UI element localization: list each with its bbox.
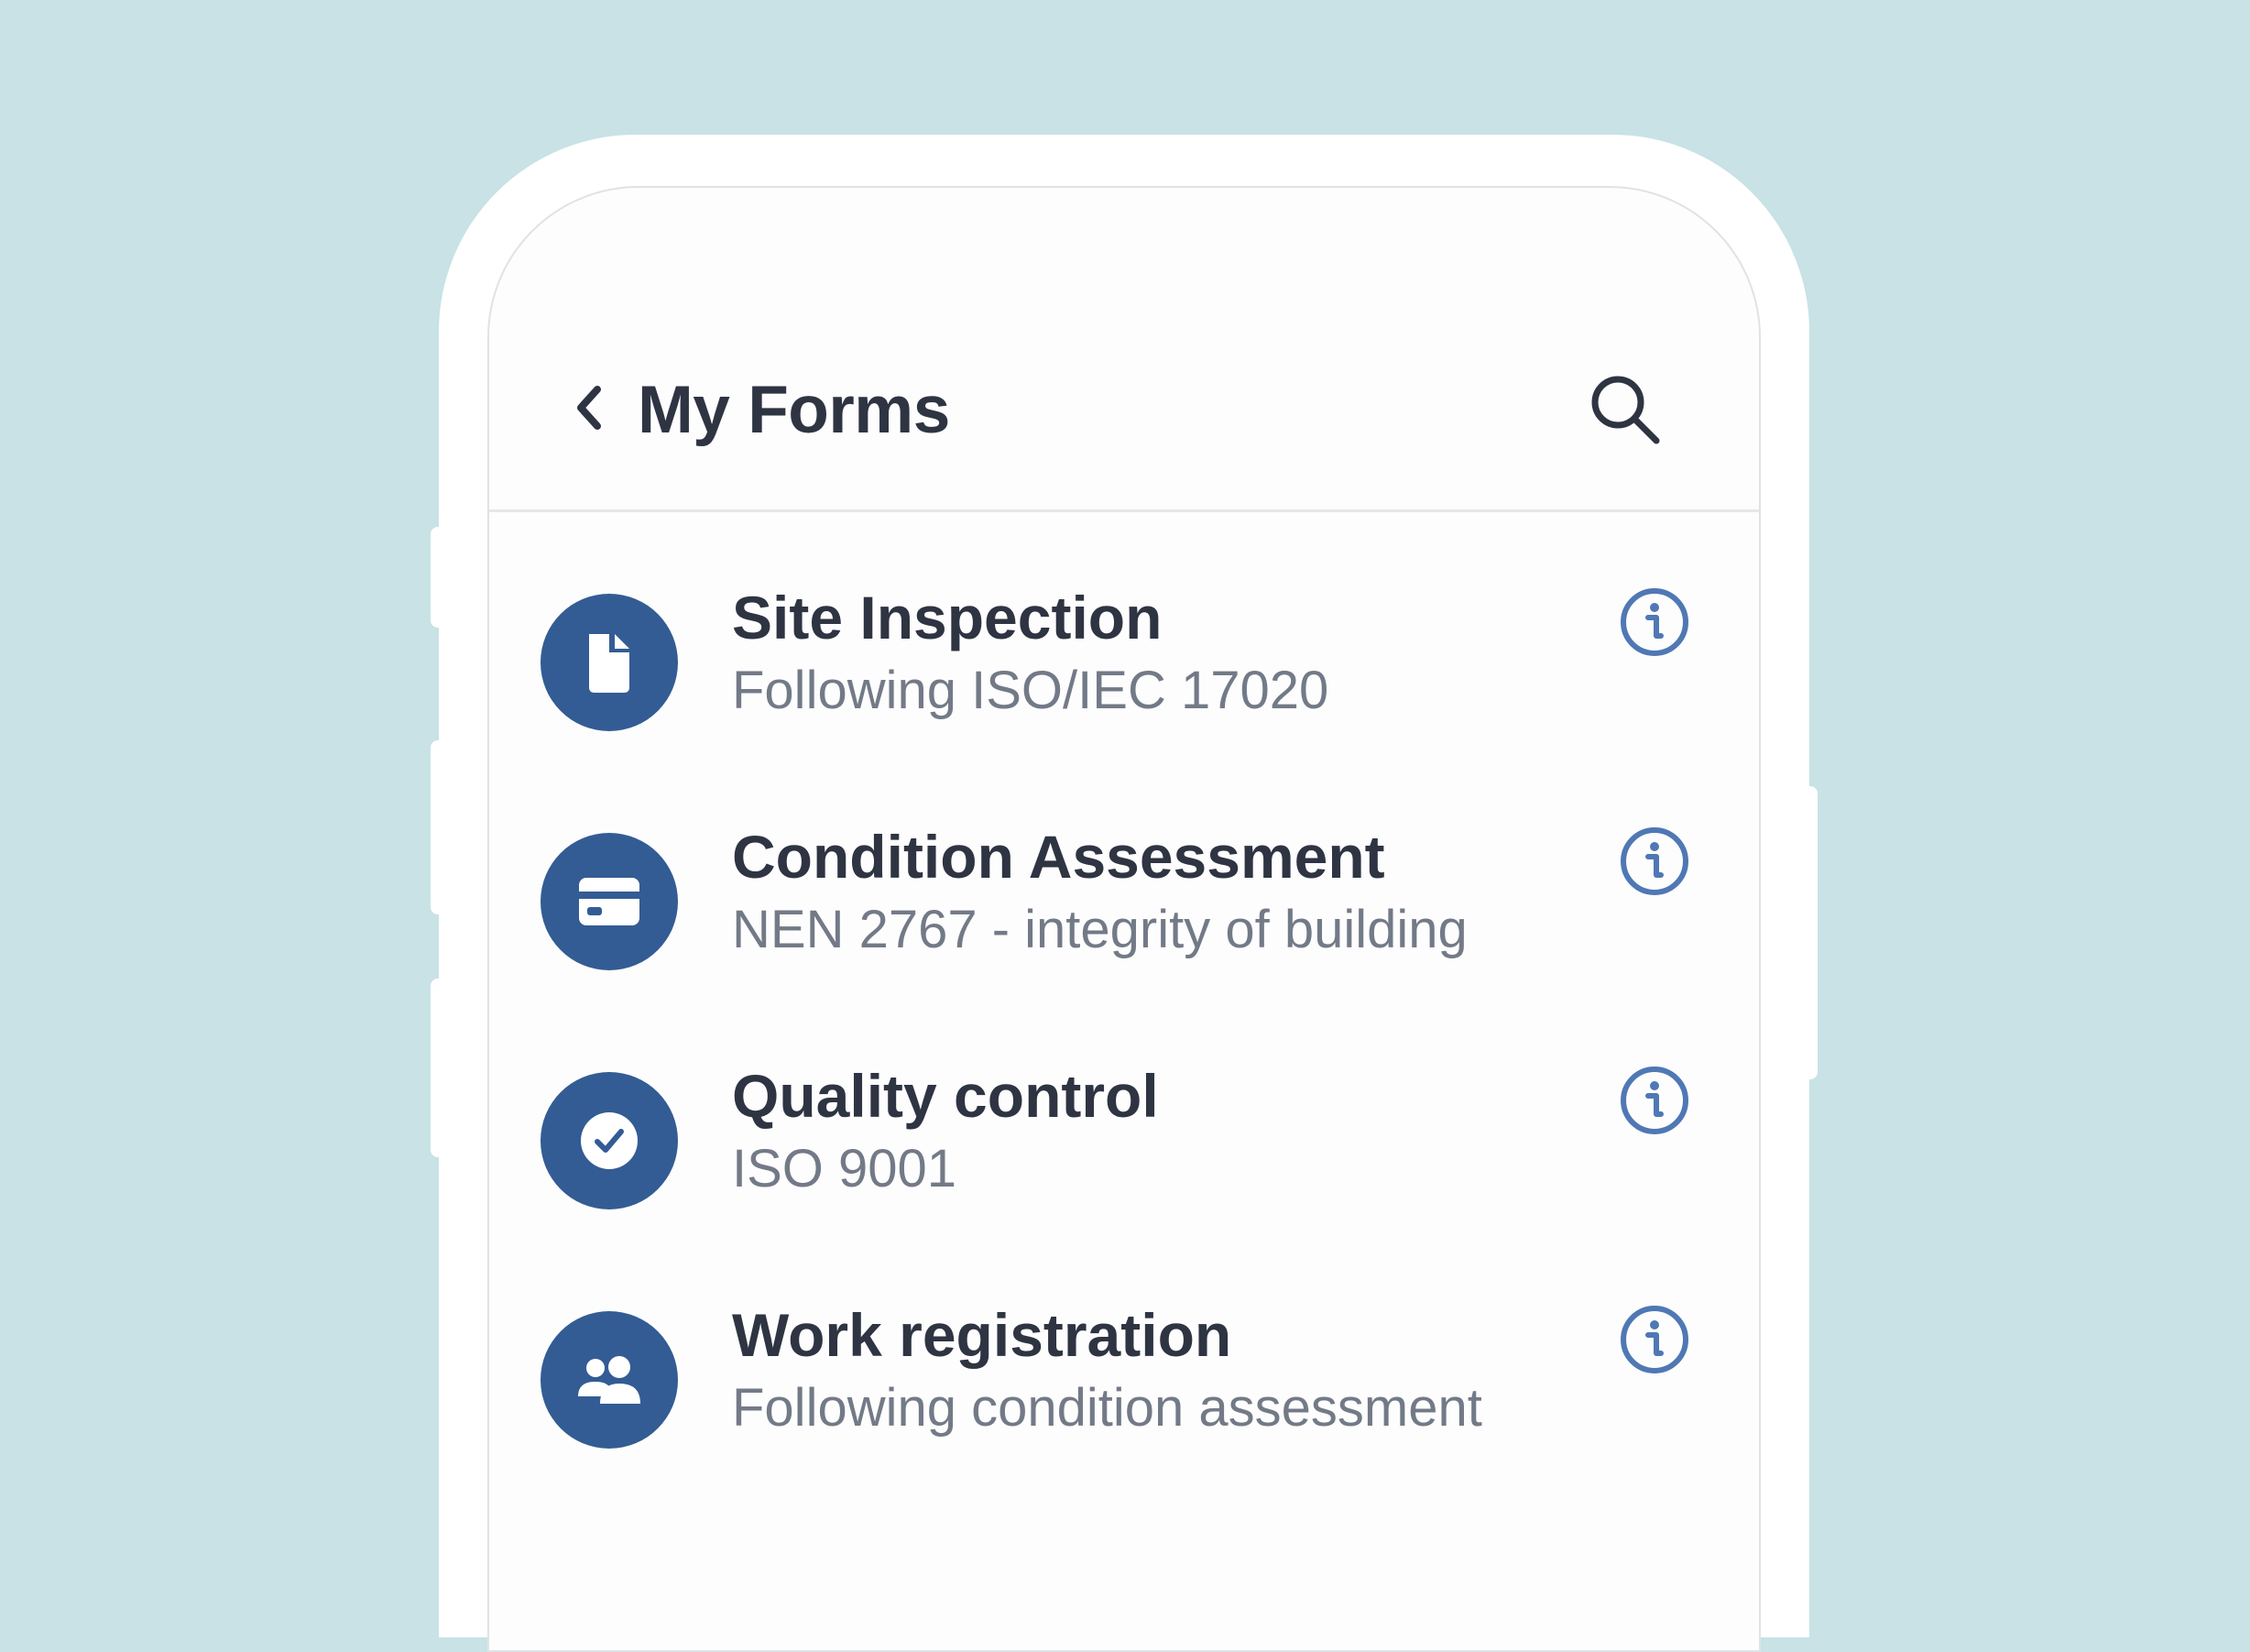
phone-side-button-left-3	[431, 979, 449, 1157]
form-title: Condition Assessment	[732, 823, 1385, 891]
form-icon-circle	[541, 1311, 678, 1449]
chevron-left-icon	[577, 386, 601, 430]
document-icon	[589, 634, 629, 693]
search-icon	[1591, 376, 1660, 444]
card-icon	[579, 878, 639, 925]
check-circle-icon	[581, 1112, 638, 1169]
info-icon	[1621, 827, 1688, 895]
users-icon	[578, 1356, 640, 1404]
form-icon-circle	[541, 594, 678, 731]
form-item-quality-control[interactable]: Quality control ISO 9001	[489, 1051, 1759, 1262]
page-title: My Forms	[638, 373, 950, 447]
info-icon	[1621, 588, 1688, 656]
form-item-condition-assessment[interactable]: Condition Assessment NEN 2767 - integrit…	[489, 812, 1759, 1023]
phone-screen: My Forms Site Inspection Following ISO/I…	[487, 186, 1761, 1652]
form-subtitle: Following ISO/IEC 17020	[732, 661, 1329, 720]
phone-side-button-left-1	[431, 527, 449, 628]
info-button[interactable]	[1616, 823, 1693, 900]
info-button[interactable]	[1616, 1062, 1693, 1139]
form-subtitle: Following condition assessment	[732, 1378, 1482, 1438]
phone-side-button-left-2	[431, 740, 449, 914]
phone-side-button-right	[1799, 786, 1818, 1079]
form-title: Work registration	[732, 1301, 1232, 1369]
app-header: My Forms	[489, 188, 1759, 512]
form-item-site-inspection[interactable]: Site Inspection Following ISO/IEC 17020	[489, 573, 1759, 783]
back-button[interactable]	[562, 380, 617, 435]
info-button[interactable]	[1616, 584, 1693, 661]
form-icon-circle	[541, 1072, 678, 1209]
info-icon	[1621, 1067, 1688, 1134]
form-subtitle: NEN 2767 - integrity of building	[732, 900, 1468, 959]
form-subtitle: ISO 9001	[732, 1139, 957, 1198]
search-button[interactable]	[1587, 371, 1664, 448]
info-button[interactable]	[1616, 1301, 1693, 1378]
form-icon-circle	[541, 833, 678, 970]
form-item-work-registration[interactable]: Work registration Following condition as…	[489, 1290, 1759, 1501]
form-title: Site Inspection	[732, 584, 1163, 651]
info-icon	[1621, 1306, 1688, 1373]
form-title: Quality control	[732, 1062, 1159, 1130]
